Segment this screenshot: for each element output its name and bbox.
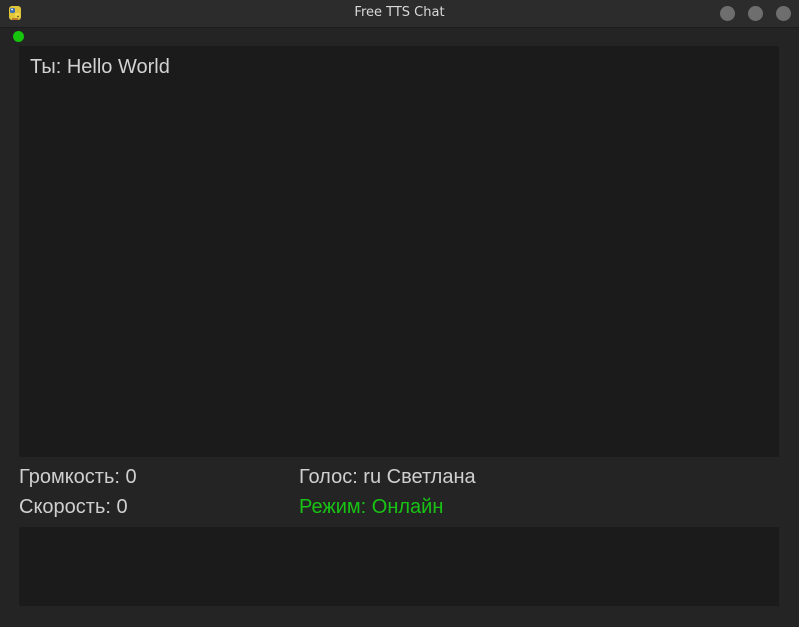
maximize-button[interactable]: [748, 6, 763, 21]
window-title: Free TTS Chat: [354, 5, 445, 20]
chat-log[interactable]: Ты: Hello World: [19, 46, 779, 457]
voice-label: Голос: ru Светлана: [299, 466, 476, 488]
volume-label: Громкость: 0: [19, 466, 137, 488]
status-dot-icon: [13, 31, 24, 42]
title-bar[interactable]: Free TTS Chat: [0, 0, 799, 28]
close-button[interactable]: [776, 6, 791, 21]
speed-label: Скорость: 0: [19, 496, 128, 518]
message-input[interactable]: [19, 527, 779, 606]
chat-message: Ты: Hello World: [30, 56, 170, 78]
minimize-button[interactable]: [720, 6, 735, 21]
mode-label: Режим: Онлайн: [299, 496, 444, 518]
